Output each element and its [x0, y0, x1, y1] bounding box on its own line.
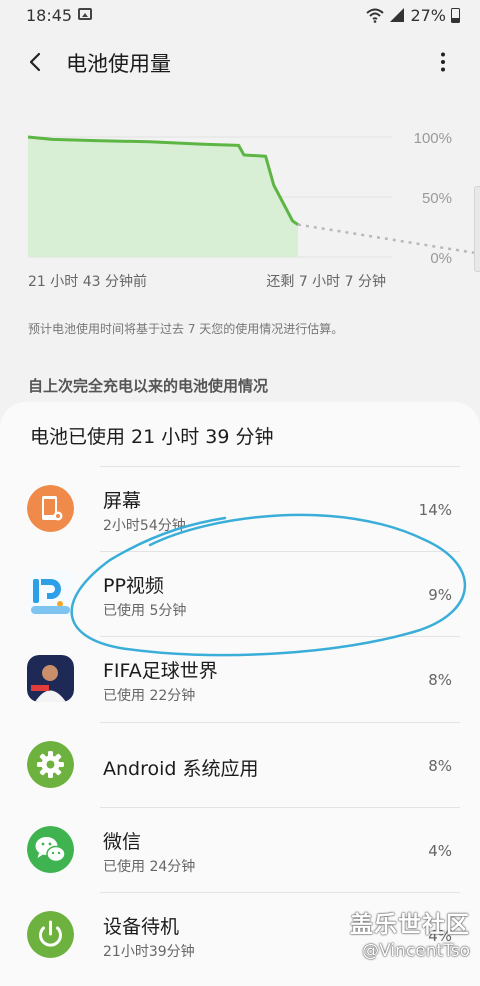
status-time: 18:45: [26, 6, 73, 25]
y-tick-100: 100%: [414, 130, 452, 147]
gear-icon: [27, 741, 74, 788]
watermark: 盖乐世社区 @VincentTso: [350, 905, 470, 961]
more-options-icon[interactable]: [431, 50, 455, 74]
app-name: Android 系统应用: [103, 758, 259, 780]
fifa-icon: [27, 655, 74, 702]
app-name: PP视频: [103, 575, 164, 597]
app-bar: 电池使用量: [0, 38, 480, 86]
power-icon: [27, 911, 74, 958]
app-usage: 2小时54分钟: [103, 518, 186, 534]
app-usage: 已使用 5分钟: [103, 603, 187, 619]
gallery-notification-icon: [78, 8, 92, 20]
card-title: 电池已使用 21 小时 39 分钟: [30, 426, 274, 448]
app-name: 微信: [103, 831, 142, 853]
x-label-end: 还剩 7 小时 7 分钟: [266, 274, 386, 290]
app-percent: 9%: [428, 586, 452, 604]
app-usage: 已使用 22分钟: [103, 688, 196, 704]
usage-card: 电池已使用 21 小时 39 分钟 屏幕 2小时54分钟 14% PP视频 已使…: [0, 402, 480, 986]
divider: [100, 722, 460, 723]
projection-line: [297, 223, 480, 255]
app-name: 设备待机: [103, 916, 180, 938]
battery-icon: [451, 7, 460, 23]
list-item-android-system[interactable]: Android 系统应用 8%: [0, 722, 480, 807]
divider: [100, 892, 460, 893]
list-item-wechat[interactable]: 微信 已使用 24分钟 4%: [0, 807, 480, 892]
list-item-fifa[interactable]: FIFA足球世界 已使用 22分钟 8%: [0, 636, 480, 721]
page-title: 电池使用量: [66, 52, 171, 76]
divider: [100, 807, 460, 808]
divider: [100, 636, 460, 637]
back-icon[interactable]: [24, 50, 48, 74]
x-label-start: 21 小时 43 分钟前: [28, 274, 147, 290]
status-bar: 18:45 27%: [0, 0, 480, 30]
list-item-pp-video[interactable]: PP视频 已使用 5分钟 9%: [0, 551, 480, 636]
app-usage: 已使用 24分钟: [103, 859, 196, 875]
app-percent: 14%: [418, 501, 452, 519]
section-title: 自上次完全充电以来的电池使用情况: [28, 377, 269, 395]
estimate-note: 预计电池使用时间将基于过去 7 天您的使用情况进行估算。: [28, 322, 344, 336]
y-tick-50: 50%: [422, 190, 452, 207]
app-name: 屏幕: [103, 490, 142, 512]
screen-icon: [27, 485, 74, 532]
watermark-title: 盖乐世社区: [350, 912, 470, 938]
divider: [100, 551, 460, 552]
app-percent: 8%: [428, 671, 452, 689]
divider: [100, 466, 460, 467]
app-name: FIFA足球世界: [103, 660, 218, 682]
signal-icon: [390, 8, 405, 22]
watermark-handle: @VincentTso: [362, 941, 470, 961]
wifi-icon: [366, 8, 385, 23]
pp-video-icon: [27, 570, 74, 617]
app-percent: 4%: [428, 842, 452, 860]
status-right: 27%: [366, 5, 460, 25]
battery-usage-chart: 100% 50% 0%: [27, 130, 480, 267]
app-percent: 8%: [428, 757, 452, 775]
app-usage: 21小时39分钟: [103, 944, 195, 960]
y-tick-0: 0%: [430, 250, 452, 267]
list-item-screen[interactable]: 屏幕 2小时54分钟 14%: [0, 466, 480, 551]
battery-percent: 27%: [410, 5, 446, 25]
scrollbar[interactable]: [474, 186, 480, 272]
wechat-icon: [27, 826, 74, 873]
